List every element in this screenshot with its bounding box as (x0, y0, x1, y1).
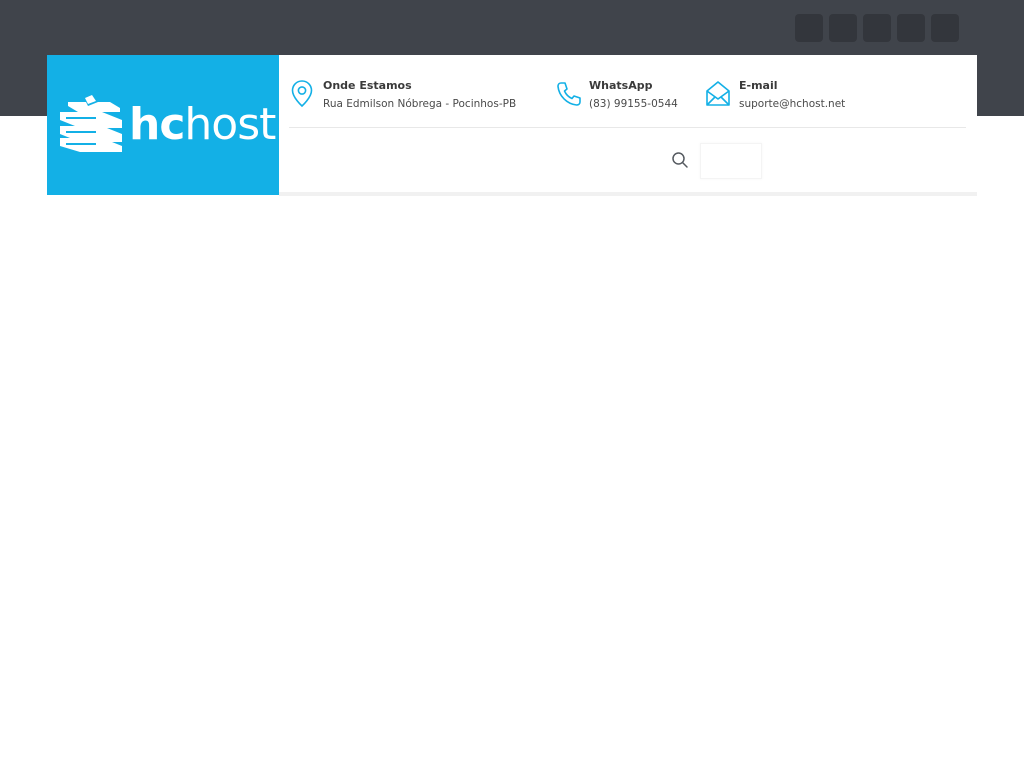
contact-email: E-mail suporte@hchost.net (705, 77, 845, 113)
social-link-2[interactable] (829, 14, 857, 42)
site-logo[interactable]: hchost (47, 55, 279, 195)
nav-action-button[interactable] (700, 143, 762, 179)
contact-whatsapp: WhatsApp (83) 99155-0544 (555, 77, 678, 113)
email-value[interactable]: suporte@hchost.net (739, 95, 845, 113)
location-value: Rua Edmilson Nóbrega - Pocinhos-PB (323, 98, 517, 110)
whatsapp-value[interactable]: (83) 99155-0544 (589, 95, 678, 113)
whatsapp-title: WhatsApp (589, 79, 653, 92)
social-link-1[interactable] (795, 14, 823, 42)
social-links (795, 14, 959, 42)
logo-light-text: host (184, 99, 276, 150)
server-stack-icon (60, 94, 122, 152)
map-pin-icon (291, 80, 313, 108)
search-icon[interactable] (671, 151, 689, 169)
location-title: Onde Estamos (323, 79, 412, 92)
envelope-icon (706, 81, 730, 106)
email-title: E-mail (739, 79, 778, 92)
social-link-4[interactable] (897, 14, 925, 42)
site-header: hchost Onde Estamos Rua Edmilson Nóbrega… (47, 55, 977, 196)
phone-icon (557, 82, 581, 106)
main-nav (279, 128, 977, 196)
contact-location: Onde Estamos Rua Edmilson Nóbrega - Poci… (289, 77, 516, 113)
social-link-3[interactable] (863, 14, 891, 42)
logo-bold-text: hc (129, 99, 185, 150)
contact-info-row: Onde Estamos Rua Edmilson Nóbrega - Poci… (289, 55, 966, 128)
social-link-5[interactable] (931, 14, 959, 42)
logo-wordmark: hchost (129, 95, 276, 155)
